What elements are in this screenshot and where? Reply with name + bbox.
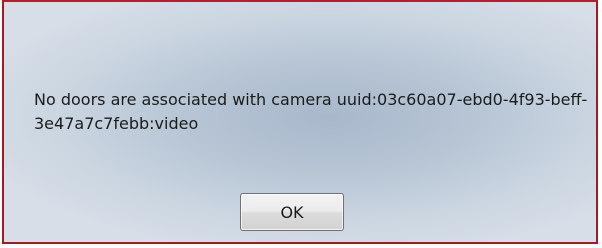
ok-button[interactable]: OK	[240, 193, 344, 231]
dialog-message: No doors are associated with camera uuid…	[34, 90, 588, 133]
message-dialog: No doors are associated with camera uuid…	[2, 0, 598, 244]
